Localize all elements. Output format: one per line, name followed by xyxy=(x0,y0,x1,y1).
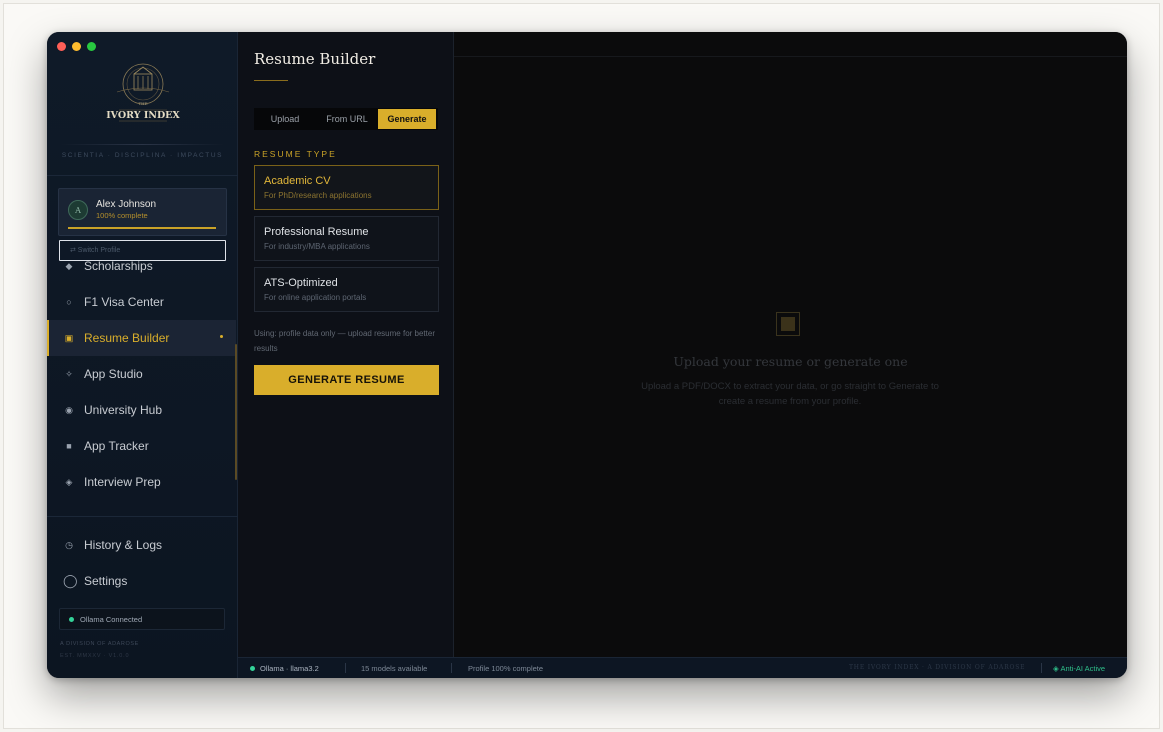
profile-status: 100% complete xyxy=(96,211,148,220)
ollama-connection-badge: Ollama Connected xyxy=(59,608,225,630)
sidebar-item-label: Settings xyxy=(84,574,128,588)
sidebar-scrollbar[interactable] xyxy=(235,344,237,480)
sidebar-item-label: History & Logs xyxy=(84,538,163,552)
resume-type-subtitle: For industry/MBA applications xyxy=(264,242,370,251)
settings-icon: ◯ xyxy=(63,573,78,588)
minimize-window-button[interactable] xyxy=(72,42,81,51)
sidebar-item-label: University Hub xyxy=(84,403,163,417)
profile-card[interactable]: A Alex Johnson 100% complete xyxy=(58,188,227,236)
page-title: Resume Builder xyxy=(254,50,376,68)
sidebar-item-f1-visa-center[interactable]: ○ F1 Visa Center xyxy=(47,284,236,320)
status-separator xyxy=(1041,663,1042,673)
sidebar-item-resume-builder[interactable]: ▣ Resume Builder xyxy=(47,320,236,356)
resume-type-title: ATS-Optimized xyxy=(264,277,338,289)
ivory-index-logo: THE IVORY INDEX xyxy=(106,63,180,122)
tab-from-url[interactable]: From URL xyxy=(316,108,378,130)
resume-type-title: Academic CV xyxy=(264,175,331,187)
resume-type-subtitle: For online application portals xyxy=(264,293,367,302)
sidebar-item-settings[interactable]: ◯ Settings xyxy=(47,563,236,599)
status-separator xyxy=(451,663,452,673)
tab-generate[interactable]: Generate xyxy=(378,109,436,129)
avatar: A xyxy=(68,200,88,220)
sidebar-item-label: Scholarships xyxy=(84,259,153,273)
empty-state-subtitle: Upload a PDF/DOCX to extract your data, … xyxy=(641,381,939,407)
sidebar-item-interview-prep[interactable]: ◈ Interview Prep xyxy=(47,464,236,500)
motto-rule xyxy=(61,144,224,145)
close-window-button[interactable] xyxy=(57,42,66,51)
anti-ai-status: ◈ Anti-AI Active xyxy=(1053,664,1106,673)
profile-progress-fill xyxy=(68,227,216,229)
resume-type-label: RESUME TYPE xyxy=(254,149,337,159)
university-icon: ◉ xyxy=(65,404,73,415)
empty-state-title: Upload your resume or generate one xyxy=(673,354,908,369)
sidebar-item-university-hub[interactable]: ◉ University Hub xyxy=(47,392,236,428)
sidebar-item-label: F1 Visa Center xyxy=(84,295,164,309)
resume-type-ats-optimized[interactable]: ATS-Optimized For online application por… xyxy=(254,267,439,312)
status-bar: Ollama · llama3.2 15 models available Pr… xyxy=(238,657,1127,678)
model-status-dot xyxy=(250,666,255,671)
ollama-status-text: Ollama Connected xyxy=(80,615,143,624)
sparkle-icon: ✧ xyxy=(65,368,73,379)
svg-text:THE: THE xyxy=(138,101,147,106)
source-tabs: Upload From URL Generate xyxy=(254,108,438,130)
circle-icon: ○ xyxy=(66,297,72,307)
sidebar-item-label: Interview Prep xyxy=(84,475,161,489)
app-window: THE IVORY INDEX SCIENTIA · DISCIPLINA · … xyxy=(47,32,1127,678)
brand-footer: THE IVORY INDEX · A DIVISION OF ADAROSE xyxy=(849,664,1026,671)
sidebar-item-history-logs[interactable]: ◷ History & Logs xyxy=(47,527,236,563)
switch-profile-button[interactable]: ⇄ Switch Profile xyxy=(59,240,226,261)
resume-type-academic-cv[interactable]: Academic CV For PhD/research application… xyxy=(254,165,439,210)
sidebar-item-label: App Studio xyxy=(84,367,143,381)
profile-completion: Profile 100% complete xyxy=(468,664,544,673)
sidebar-nav: ◆ Scholarships ○ F1 Visa Center ▣ Resume… xyxy=(47,254,238,516)
version-text: EST. MMXXV · V1.0.0 xyxy=(60,653,130,659)
resume-type-title: Professional Resume xyxy=(264,226,369,238)
clock-icon: ◷ xyxy=(65,539,73,550)
window-controls xyxy=(57,42,96,51)
data-source-note: Using: profile data only — upload resume… xyxy=(254,329,435,353)
document-icon: ▣ xyxy=(64,332,74,343)
title-underline xyxy=(254,80,288,81)
sidebar-divider xyxy=(47,516,238,517)
model-name: Ollama · llama3.2 xyxy=(260,664,319,673)
resume-type-subtitle: For PhD/research applications xyxy=(264,191,372,200)
status-separator xyxy=(345,663,346,673)
tab-upload[interactable]: Upload xyxy=(254,108,316,130)
sidebar-item-label: App Tracker xyxy=(84,439,149,453)
profile-name: Alex Johnson xyxy=(96,199,157,210)
resume-preview-area: Upload your resume or generate one Uploa… xyxy=(454,32,1127,657)
diamond-icon: ◆ xyxy=(65,260,73,271)
profile-progress-bar xyxy=(68,227,216,229)
sidebar-item-app-tracker[interactable]: ■ App Tracker xyxy=(47,428,236,464)
sidebar-item-app-studio[interactable]: ✧ App Studio xyxy=(47,356,236,392)
motto: SCIENTIA · DISCIPLINA · IMPACTUS xyxy=(61,152,224,159)
division-text: A DIVISION OF ADAROSE xyxy=(60,641,139,647)
zoom-window-button[interactable] xyxy=(87,42,96,51)
main-header-rule xyxy=(454,56,1127,57)
svg-text:IVORY INDEX: IVORY INDEX xyxy=(106,110,180,121)
interview-icon: ◈ xyxy=(65,476,73,487)
tracker-icon: ■ xyxy=(66,441,72,451)
resume-builder-panel: Resume Builder Upload From URL Generate … xyxy=(238,32,454,657)
connection-status-dot xyxy=(69,617,74,622)
models-available: 15 models available xyxy=(361,664,428,673)
resume-type-professional-resume[interactable]: Professional Resume For industry/MBA app… xyxy=(254,216,439,261)
sidebar-divider xyxy=(47,175,238,176)
generate-resume-button[interactable]: GENERATE RESUME xyxy=(254,365,439,395)
document-placeholder-icon xyxy=(776,312,800,336)
sidebar: THE IVORY INDEX SCIENTIA · DISCIPLINA · … xyxy=(47,32,238,678)
sidebar-item-label: Resume Builder xyxy=(84,331,170,345)
active-indicator-dot xyxy=(220,335,223,338)
